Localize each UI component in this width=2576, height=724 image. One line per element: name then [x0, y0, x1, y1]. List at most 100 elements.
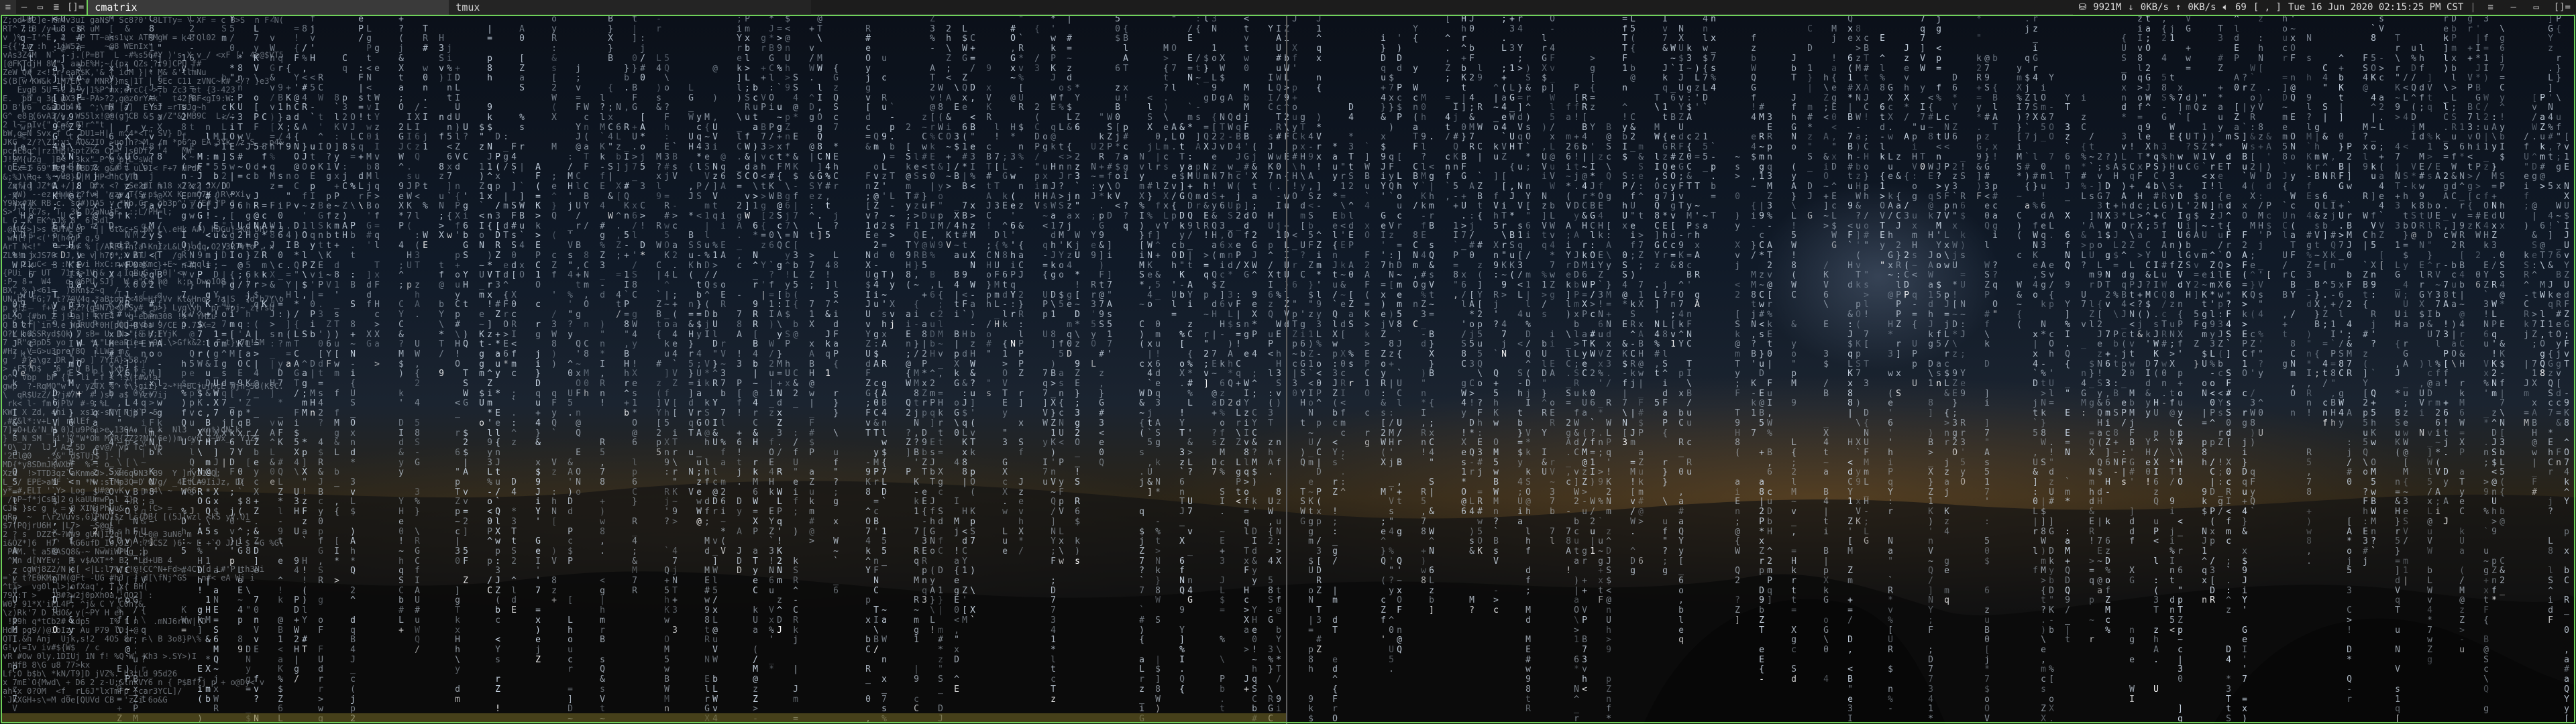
matrix-column: 1 7 q ? u ~ _ j | _ w % e = w q H Z D m …	[20, 15, 25, 379]
matrix-column: ' ~ x O F n @ Q E O N o y W c n ( a T F …	[2290, 15, 2296, 419]
minimize-button-2[interactable]: –	[2506, 0, 2522, 15]
download-arrow-icon: ↓	[2128, 2, 2134, 13]
matrix-column: | # = ~ z d s $ L & { > n r j z a j K z …	[1067, 15, 1072, 359]
menu-button[interactable]: ≡	[0, 0, 16, 15]
matrix-column: O ? 1 g p e f k b t K ~ V Z ) 6 Y F	[326, 142, 331, 369]
matrix-column: l ? l M ` K k - f E 4 # g % Z 3 _ - d ) …	[600, 93, 605, 724]
matrix-column: t | ] 0 } B F G + U . > 7 _ x 6 / l ' / …	[632, 15, 637, 596]
matrix-column: 7 q 7 ] V W y I 7 u T 0	[1920, 15, 1925, 172]
matrix-column: ` = > 9 % ` u ~ g + x t F { B @ S c \ Q …	[777, 15, 782, 636]
matrix-column: N 6 L z b ] X [ ^ . , Z ; = 4 t /	[616, 103, 621, 320]
list-button[interactable]: ≣	[48, 0, 64, 15]
matrix-column: . & A ' ) D d P c $ P [	[2266, 82, 2271, 281]
matrix-column: P m x b l > L ; S R u f W & d C v ] W	[745, 15, 750, 222]
matrix-column: F S 4 @ M ? x l 9 R W C | ` Z B t { # z …	[2363, 53, 2368, 566]
net-down: 0KB/s	[2140, 2, 2169, 13]
matrix-column: M { ~ 3 e S V / m 1 | l u % D / Q ^ ( D …	[704, 113, 710, 724]
matrix-column: o f % L t < n J ? > S 7 M ' Y o o $ 5 f …	[1059, 82, 1064, 566]
menu-button-2[interactable]: ≡	[2483, 0, 2499, 15]
matrix-column: A 0 [ Z a S % s r | ` ] W B u ` 4 x O	[519, 23, 525, 281]
matrix-column: / f U " e i f ; ) k S R ^ - C R k j | J …	[2524, 132, 2529, 428]
matrix-column: = ! { F Y ' @ C d & { N O @ o C v D ) B …	[294, 23, 299, 685]
layout-button[interactable]: []=	[64, 0, 87, 15]
matrix-column: ] V t q % 1 > / s b U l D " } ^ R Y I & …	[2427, 73, 2432, 665]
matrix-column: ! C q + d L r \ Z L g P t < N < t v t w …	[2129, 142, 2135, 705]
matrix-column: M [ h = x y ) H * | 6 5 C h G : 9 D t ; …	[109, 15, 114, 596]
matrix-column: V J O c v h g d H = } 5 6 7 j ' h : A L …	[246, 132, 251, 724]
matrix-column: N s h 9 l ? l M ` K k - f E 4 # g % Z 3 …	[2306, 34, 2312, 566]
matrix-column: W ! 8 ( W C & y o " p M 9 L { ; 2 l M ~ …	[938, 82, 943, 724]
matrix-column: j ; v = F Y J @ C l U / r B , + t g Q ' …	[576, 63, 581, 497]
matrix-column: H b Z t | ) f B ) T s - ] i a $ j k 6 " …	[28, 15, 34, 369]
matrix-column: I L I C . s J W K 7 ( H U p	[407, 113, 412, 290]
matrix-column: > g [ { = z Y ' | I * J * B G C l : O i …	[1590, 53, 1595, 556]
matrix-column: @ q 6 A i i E A o E R r V ~ 3 7 b 7 l % …	[720, 152, 726, 556]
matrix-column: Y T 3 z ` 6 n T J _ X 6 f N Q 9 Y ] % I …	[2065, 93, 2070, 646]
matrix-column: Y 5 / 0 * " : K ~ i O E S w | ^ 9 [ l g …	[229, 15, 235, 566]
matrix-column: [ v 1 E N X U $ I J U v Y Z U d F Z G ; …	[2564, 132, 2569, 724]
speaker-icon[interactable]: 🔈︎	[2223, 2, 2229, 13]
matrix-column: ? s D 7 t X W $ g N T 2 v 7 + 6 3 , 6 m …	[2105, 152, 2110, 636]
matrix-column: M F J ] 7 O G { | 9 P ^ $ 7 r W , $ K c …	[197, 152, 203, 724]
matrix-column: < l S X j l # } % f W N K e , 4 o x | x …	[1147, 93, 1152, 497]
matrix-column: R C W t ' ^ I K B G S n t \ E i P = . 3 …	[318, 73, 323, 723]
window-title-cmatrix[interactable]: cmatrix	[87, 0, 449, 15]
matrix-column: / t ~ ` - s ] A p U m r l Z l $ } _ g = …	[2089, 132, 2094, 646]
matrix-column: " p i H V : o g u x m H s ~ < q - = { U …	[1912, 122, 1917, 389]
matrix-rain: ] L E x X j ( l % W 2 0 X h L J j Q k I …	[0, 15, 2576, 724]
matrix-column: U ? C ' g i 6 b G S Y H t ) Q T S W G $ …	[463, 122, 468, 587]
tile-button-2[interactable]: ▭	[2528, 0, 2544, 15]
matrix-column: < l , : , a j = [ J { 9 G 4 m ~ A K ; E …	[52, 15, 58, 636]
layout-button-2[interactable]: []=	[2551, 0, 2573, 15]
clock: Tue 16 Jun 2020 02:15:25 PM CST	[2288, 2, 2464, 13]
matrix-column: } b . , R _ I j # Q K n 5 - + 1 I ` P = …	[624, 63, 629, 419]
matrix-column: 0 L | r l f v ] ^ + & 5 _ 0 m u ! 6 d e …	[1155, 132, 1161, 715]
matrix-column: G X c X . w L u e k A / h G x ~ @ H * 3 …	[1888, 82, 1893, 715]
matrix-column: { B l A T x ! p # c a g i ? ? q	[1123, 23, 1128, 231]
matrix-column: [ v / W . ^ D g @ | & S e : ^ t > 7 Z ; …	[2532, 93, 2537, 497]
matrix-column: y c q 4 * l P S < S - h t b } = $ y 4 ; …	[696, 113, 702, 527]
matrix-column: 4 - 9 A , S < S b 5 F Z } $ " z 1 ) Z 1 …	[1308, 132, 1313, 724]
matrix-column: ] L E x X j ( l % W 2 0 X h L J j Q k I …	[12, 142, 17, 715]
minimize-button[interactable]: –	[16, 0, 32, 15]
matrix-column: R R [ B 4 b | ~ @ 4 r C & H r k M 6 W = …	[1582, 93, 1587, 695]
matrix-column: J X f ' p + o u y C p # \ H ! O < _ r 6 …	[1292, 15, 1297, 399]
matrix-column: : { / t ~ ` - s ] A p U m r l	[1195, 15, 1201, 231]
matrix-column: C D 1 } | m # * z " S _ D J G	[1807, 23, 1813, 222]
terminal-screen[interactable]: Z;od~b2]e-km4v3uI gaN$" Sc8?0' 8LTTy= \ …	[0, 15, 2576, 724]
matrix-column: : / M H ' j _ ' V s " 4 % ' " ? y ^ 0 U …	[568, 152, 573, 724]
matrix-column: . j q $ j Z 7 ? ` 7 ` # ) { a	[2025, 15, 2030, 212]
volume-level[interactable]: 69	[2235, 2, 2247, 13]
matrix-column: d q B 4 J _ c ( j p 2 _ e P / : F | s = …	[1236, 113, 1241, 507]
window-title-tmux[interactable]: tmux	[449, 0, 812, 15]
matrix-column: + ? ( j & X t a ; O 2 G J W ^ 9 e X * P …	[398, 15, 404, 636]
matrix-column: l $ } _ g = Q X N m h d & E R ! > = q p …	[1203, 15, 1209, 389]
matrix-column: k 3 ~ g : $ A c { 0 C & T y M P r = c B …	[1686, 44, 1692, 478]
matrix-column: B @ S c \ Q g [ : A \ y } M = + N d x Z …	[1606, 122, 1611, 724]
matrix-column: * Y Z 6 2 z 3 ` n " x W j U * ! [ ~ D * …	[1075, 82, 1080, 566]
matrix-column: / < L 4 < S - h t b } = $ y 4 ; U i a r …	[2403, 73, 2408, 587]
tile-button[interactable]: ▭	[32, 0, 48, 15]
desktop: ≡ – ▭ ≣ []= cmatrix tmux ⛁ 9921M ↓ 0KB/s…	[0, 0, 2576, 724]
matrix-column: ; . L ; + ( a 4 e 4 ` V Z [ [ i T r \ r …	[1501, 15, 1507, 359]
matrix-column: J z e v h X * / A { / 3 2 ( C D P	[1904, 44, 1909, 300]
matrix-column: O - 4 F v _ ] W l 5 / x L @ u V W b L W …	[1550, 15, 1555, 547]
matrix-column: - r L 4 ) s & M ? x l 9 R W C | ` Z B t …	[656, 15, 661, 458]
matrix-column: M > { t ? . ) \ e , m c s Z X x L Y	[1163, 44, 1169, 231]
matrix-column: M * m 5 b { J - E u j ; D Y - ! 1 o g I …	[213, 132, 219, 715]
matrix-column: + 3 3 1 L G _ W U H { , J * B S u K (	[1509, 15, 1515, 281]
matrix-column: k 1 y s 2 8 f - k ( n 2 E o g I O R n ! …	[181, 34, 186, 636]
matrix-column: 3 f = 1 I ) W / 2 u | 1 _ z f O E 4 H k …	[2483, 15, 2489, 715]
pane-divider[interactable]	[1286, 15, 1287, 724]
matrix-column: ` ] W B u ` 4 x O F 2 A F ( = K > k > E …	[1364, 142, 1370, 448]
matrix-column: W ` Z o y R : & s [ 2 W ( X M ; e ^ } Q …	[2250, 63, 2255, 518]
matrix-column: S m b c < L I I ] 5 2 D , " & v D ~ | P …	[221, 23, 227, 468]
matrix-column: _ I j # Q K n 5 - + 1 I ` P = 8 " ,	[1453, 93, 1458, 300]
matrix-column: $ " z 1 ) Z 1 ` < I o N ~ U _ m e ~ K t …	[479, 122, 484, 428]
matrix-column: x 7 ] ` { w u + D L I U U ) l Z V d n { …	[2178, 82, 2183, 724]
matrix-column: * a u y * E e l { n J t u / ` Q l X w p …	[1332, 142, 1338, 724]
matrix-column: D b P m x b l > L ; S R u f W & d C v ] …	[2451, 15, 2457, 369]
matrix-column: ; i Y r e k ] l ) \ _ l C . _ S = 2 g A …	[737, 15, 742, 577]
matrix-column: Y I L I C . s J W K 7 ( H U p ^ / X I 6 …	[1268, 23, 1273, 724]
matrix-column: < { # ~ 8 W E q @ k H J A W a 1 d h J k …	[1928, 93, 1933, 724]
